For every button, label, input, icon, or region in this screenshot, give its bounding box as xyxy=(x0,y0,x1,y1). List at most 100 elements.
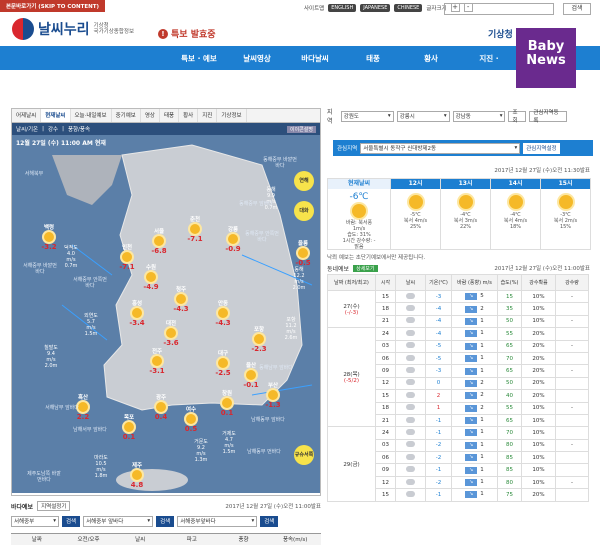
cloudy-icon xyxy=(395,389,426,403)
wind-cell: ↘ 5 xyxy=(451,289,498,304)
chinese-link[interactable]: CHINESE xyxy=(394,3,423,12)
map-btn-coast[interactable]: 연해 xyxy=(294,171,314,191)
tab-typhoon[interactable]: 태풍 xyxy=(160,109,180,122)
detail-view-button[interactable]: 상세보기 xyxy=(353,265,378,272)
city-gangneung[interactable]: 강릉 -0.9 xyxy=(220,225,246,253)
lookup-button[interactable]: 조회 xyxy=(508,110,527,124)
city-select[interactable]: 강릉시 ▾ xyxy=(396,110,450,122)
sea-search-button-2[interactable]: 검색 xyxy=(156,515,175,527)
city-jeonju[interactable]: 전주 -3.1 xyxy=(144,347,170,375)
subtab-temp[interactable]: 날씨/기온 xyxy=(16,125,38,133)
wind-cell: ↘ 2 xyxy=(451,401,498,415)
cell-r xyxy=(555,351,589,366)
city-daejeon[interactable]: 대전 -3.6 xyxy=(158,319,184,347)
cell-r xyxy=(555,302,589,316)
sunny-icon xyxy=(122,252,132,262)
city-andong[interactable]: 안동 -4.3 xyxy=(210,299,236,327)
buoy-deokjeok[interactable]: 덕적도 4.0 m/s 0.7m xyxy=(54,245,88,269)
city-chuncheon[interactable]: 춘천 -7.1 xyxy=(182,215,208,243)
tab-today-tomorrow[interactable]: 오늘·내일예보 xyxy=(71,109,112,122)
english-link[interactable]: ENGLISH xyxy=(328,3,357,12)
sunny-icon xyxy=(508,195,523,209)
cell-t: -3 xyxy=(425,289,452,304)
nav-typhoon[interactable]: 태풍 xyxy=(344,53,402,64)
cloudy-icon xyxy=(395,488,426,502)
nav-earthquake[interactable]: 지진 · xyxy=(460,53,518,64)
sea-region-button[interactable]: 지역설정기 xyxy=(37,501,71,511)
register-interest-button[interactable]: 관심지역등록 xyxy=(529,110,568,124)
city-pohang[interactable]: 포항 -2.3 xyxy=(246,325,272,353)
tab-dust[interactable]: 황사 xyxy=(179,109,199,122)
interest-select[interactable]: 서울특별시 동작구 신대방제2동 ▾ xyxy=(360,142,521,154)
cell-h: 15 xyxy=(375,488,396,502)
city-incheon[interactable]: 인천 -7.1 xyxy=(114,243,140,271)
buoy-geomun[interactable]: 거문도 9.2 m/s 1.3m xyxy=(184,439,218,463)
city-hongseong[interactable]: 홍성 -3.4 xyxy=(124,299,150,327)
city-seoul[interactable]: 서울 -6.8 xyxy=(146,227,172,255)
city-yeosu[interactable]: 여수 0.5 xyxy=(178,405,204,433)
sea-select-1[interactable]: 서해중부 ▾ xyxy=(11,515,59,527)
city-ulleung[interactable]: 울릉 -0.5 xyxy=(290,239,316,267)
sunny-icon xyxy=(132,470,142,480)
cloudy-icon xyxy=(395,401,426,415)
warning-alert-link[interactable]: ! 특보 발효중 xyxy=(158,27,216,40)
site-logo[interactable]: 날씨누리 기상청 국가기상종합정보 xyxy=(12,18,134,40)
nav-yellowdust[interactable]: 황사 xyxy=(402,53,460,64)
cell-r: - xyxy=(555,475,589,490)
cell-r xyxy=(555,488,589,502)
buoy-chilbal[interactable]: 칠발도 9.4 m/s 2.0m xyxy=(34,345,68,369)
map-btn-kyushu[interactable]: 규슈서쪽 xyxy=(294,445,314,465)
sea-select-2[interactable]: 서해중부 앞바다 ▾ xyxy=(83,515,154,527)
alert-icon: ! xyxy=(158,28,168,39)
cloudy-icon xyxy=(395,289,426,304)
province-select[interactable]: 강원도 ▾ xyxy=(340,110,394,122)
kma-link[interactable]: 기상청 xyxy=(488,27,513,40)
city-cheongju[interactable]: 청주 -4.3 xyxy=(168,285,194,313)
city-daegu[interactable]: 대구 -2.5 xyxy=(210,349,236,377)
tab-quake[interactable]: 지진 xyxy=(198,109,218,122)
tab-midterm[interactable]: 중기예보 xyxy=(112,109,141,122)
buoy-donghae-2[interactable]: 동해 12.2 m/s 2.0m xyxy=(282,267,316,291)
buoy-marado[interactable]: 마라도 10.5 m/s 1.8m xyxy=(84,455,118,479)
city-changwon[interactable]: 창원 0.1 xyxy=(214,389,240,417)
buoy-pohang[interactable]: 포항 11.2 m/s 2.6m xyxy=(274,317,308,341)
nav-marine[interactable]: 바다날씨 xyxy=(286,53,344,64)
city-suwon[interactable]: 수원 -4.9 xyxy=(138,263,164,291)
interest-region-bar: 관심지역 서울특별시 동작구 신대방제2동 ▾ 관심지역설정 xyxy=(333,140,593,156)
cell-r xyxy=(555,327,589,341)
dong-select[interactable]: 강남동 ▾ xyxy=(452,110,506,122)
tab-image[interactable]: 영상 xyxy=(141,109,160,122)
interest-setting-button[interactable]: 관심지역설정 xyxy=(523,142,560,154)
wind-cell: ↘ 1 xyxy=(451,488,498,502)
wind-arrow-icon: ↘ xyxy=(465,479,478,487)
sea-search-button-1[interactable]: 검색 xyxy=(62,515,81,527)
cell-p: 20% xyxy=(521,376,556,391)
japanese-link[interactable]: JAPANESE xyxy=(360,3,391,12)
wind-cell: ↘ 1 xyxy=(451,438,498,453)
tab-info[interactable]: 기상정보 xyxy=(217,109,247,122)
map-btn-daehwa[interactable]: 대화 xyxy=(294,201,314,221)
icon-help-button[interactable]: 이이콘설명 xyxy=(286,125,316,133)
skip-to-content-link[interactable]: 본문바로가기 (SKIP TO CONTENT) xyxy=(0,0,106,12)
tab-yesterday[interactable]: 어제날씨 xyxy=(12,109,42,122)
nav-forecast[interactable]: 특보 · 예보 xyxy=(170,53,228,64)
map-tabs: 어제날씨 현재날씨 오늘·내일예보 중기예보 영상 태풍 황사 지진 기상정보 xyxy=(12,109,320,123)
wind-arrow-icon: ↘ xyxy=(465,342,478,350)
subtab-wind[interactable]: 풍향/풍속 xyxy=(68,125,90,133)
site-search-button[interactable]: 검색 xyxy=(563,3,591,15)
sea-search-button-3[interactable]: 검색 xyxy=(260,515,279,527)
site-search-input[interactable] xyxy=(444,3,554,15)
buoy-donghae[interactable]: 동해 9.9 m/s 0.7m xyxy=(254,187,288,211)
sitemap-link[interactable]: 사이트맵 xyxy=(304,4,324,12)
city-mokpo[interactable]: 목포 0.1 xyxy=(116,413,142,441)
city-jeju[interactable]: 제주 4.8 xyxy=(124,461,150,489)
cell-hu: 85 xyxy=(497,451,522,465)
current-header: 현재날씨 xyxy=(328,179,390,189)
buoy-oeyeon[interactable]: 외연도 5.7 m/s 1.5m xyxy=(74,313,108,337)
city-gwangju[interactable]: 광주 0.4 xyxy=(148,393,174,421)
tab-current[interactable]: 현재날씨 xyxy=(41,109,71,122)
sea-select-3[interactable]: 서해중부앞바다 ▾ xyxy=(177,515,258,527)
subtab-rain[interactable]: 강수 xyxy=(48,125,58,133)
nav-video[interactable]: 날씨영상 xyxy=(228,53,286,64)
city-busan[interactable]: 부산 -1.3 xyxy=(260,381,286,409)
